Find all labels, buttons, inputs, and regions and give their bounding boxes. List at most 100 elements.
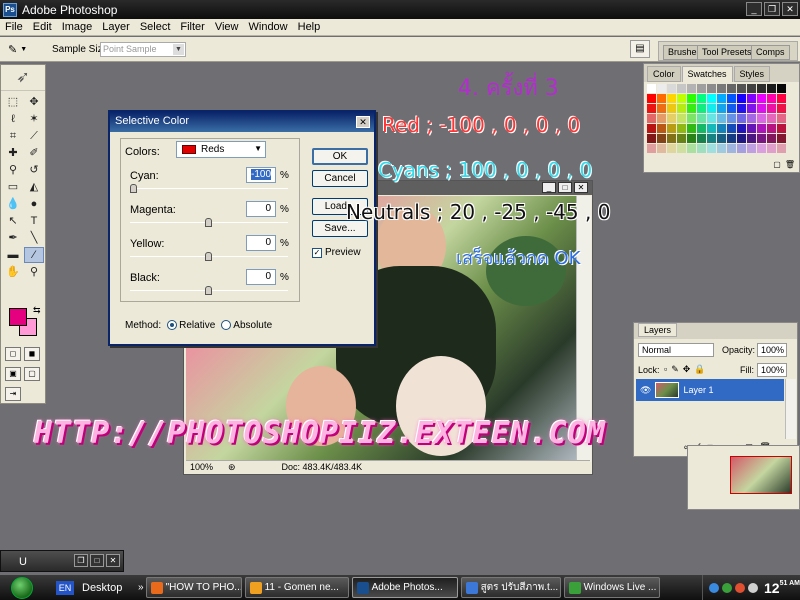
color-swatch[interactable] — [687, 84, 696, 93]
foreground-color-swatch[interactable] — [9, 308, 27, 326]
close-icon[interactable]: ✕ — [106, 554, 120, 567]
eye-icon[interactable]: 👁 — [640, 385, 651, 396]
color-swatch[interactable] — [667, 144, 676, 153]
color-swatch[interactable] — [707, 114, 716, 123]
lock-icons[interactable]: ▫✎✥🔒 — [664, 364, 709, 375]
color-swatch[interactable] — [737, 114, 746, 123]
color-swatch[interactable] — [737, 144, 746, 153]
preview-checkbox-row[interactable]: ✓ Preview — [312, 247, 361, 258]
color-swatch[interactable] — [647, 104, 656, 113]
color-swatch[interactable] — [657, 124, 666, 133]
hand-icon[interactable]: ✋ — [3, 264, 23, 280]
color-swatch[interactable] — [747, 134, 756, 143]
menu-edit[interactable]: Edit — [28, 21, 57, 33]
color-swatch[interactable] — [677, 84, 686, 93]
color-swatch[interactable] — [667, 104, 676, 113]
tab-layers[interactable]: Layers — [638, 323, 678, 337]
taskbar-button-howto[interactable]: "HOW TO PHO... — [145, 577, 242, 598]
color-swatch[interactable] — [707, 94, 716, 103]
move-icon[interactable]: ✥ — [24, 94, 44, 110]
brush-icon[interactable]: ✐ — [24, 145, 44, 161]
crop-icon[interactable]: ⌗ — [3, 128, 23, 144]
menu-select[interactable]: Select — [135, 21, 176, 33]
maximize-icon[interactable]: □ — [558, 182, 572, 193]
color-swatch[interactable] — [697, 84, 706, 93]
color-swatch[interactable] — [757, 144, 766, 153]
magenta-slider-thumb[interactable] — [205, 218, 212, 227]
color-swatch[interactable] — [717, 84, 726, 93]
color-swatch[interactable] — [677, 124, 686, 133]
close-icon[interactable]: ✕ — [356, 116, 370, 128]
menu-view[interactable]: View — [210, 21, 244, 33]
network-icon[interactable] — [709, 582, 719, 593]
desktop-toolbar-label[interactable]: Desktop — [82, 582, 138, 594]
file-browser-icon[interactable]: ▤ — [630, 40, 650, 58]
black-slider-thumb[interactable] — [205, 286, 212, 295]
standard-mode-icon[interactable]: ◻ — [5, 347, 21, 361]
menu-help[interactable]: Help — [293, 21, 326, 33]
color-swatch[interactable] — [657, 84, 666, 93]
magenta-input[interactable]: 0 — [246, 201, 276, 217]
color-swatch[interactable] — [727, 114, 736, 123]
color-swatch[interactable] — [737, 104, 746, 113]
chevron-right-icon[interactable]: » — [138, 582, 144, 593]
restore-button[interactable]: ❐ — [764, 2, 780, 16]
notes-icon[interactable]: ▬ — [3, 247, 23, 263]
color-swatch[interactable] — [777, 104, 786, 113]
color-swatch[interactable] — [647, 114, 656, 123]
color-swatch[interactable] — [647, 134, 656, 143]
color-swatch[interactable] — [757, 94, 766, 103]
color-swatch[interactable] — [717, 94, 726, 103]
tool-preset-picker[interactable]: ✎ ▼ — [8, 41, 38, 58]
ok-button[interactable]: OK — [312, 148, 368, 165]
marquee-icon[interactable]: ⬚ — [3, 94, 23, 110]
color-swatch[interactable] — [687, 134, 696, 143]
color-swatch[interactable] — [667, 114, 676, 123]
color-swatch[interactable] — [707, 84, 716, 93]
color-swatch[interactable] — [747, 84, 756, 93]
color-swatch[interactable] — [647, 84, 656, 93]
slice-icon[interactable]: ⟋ — [24, 128, 44, 144]
color-swatch[interactable] — [647, 144, 656, 153]
color-swatch[interactable] — [757, 104, 766, 113]
color-swatch[interactable] — [697, 114, 706, 123]
zoom-level[interactable]: 100% — [190, 462, 222, 472]
color-swatch[interactable] — [657, 114, 666, 123]
color-swatch[interactable] — [697, 144, 706, 153]
color-swatch[interactable] — [677, 134, 686, 143]
pen-icon[interactable]: ✒ — [3, 230, 23, 246]
color-swatch[interactable] — [727, 134, 736, 143]
color-swatch[interactable] — [707, 124, 716, 133]
color-swatch[interactable] — [667, 134, 676, 143]
color-swatch[interactable] — [697, 124, 706, 133]
swap-colors-icon[interactable]: ⇆ — [33, 305, 41, 316]
tab-styles[interactable]: Styles — [733, 66, 771, 82]
antivirus-icon[interactable] — [735, 582, 745, 593]
color-swatch[interactable] — [657, 104, 666, 113]
color-swatch[interactable] — [737, 84, 746, 93]
type-icon[interactable]: T — [24, 213, 44, 229]
color-swatch[interactable] — [767, 104, 776, 113]
color-swatch[interactable] — [767, 134, 776, 143]
color-swatch[interactable] — [777, 84, 786, 93]
status-menu-icon[interactable]: ⊛ — [228, 462, 236, 473]
eyedropper-icon[interactable]: ⁄ — [24, 247, 44, 263]
yellow-slider-thumb[interactable] — [205, 252, 212, 261]
swatch-grid[interactable] — [647, 84, 786, 153]
color-swatch[interactable] — [677, 114, 686, 123]
color-swatch[interactable] — [727, 104, 736, 113]
screen-mode-full-icon[interactable]: ▢ — [24, 367, 40, 381]
messenger-tray-icon[interactable] — [722, 582, 732, 593]
color-swatch[interactable] — [717, 114, 726, 123]
blur-icon[interactable]: 💧 — [3, 196, 23, 212]
color-swatch[interactable] — [767, 124, 776, 133]
line-icon[interactable]: ╲ — [24, 230, 44, 246]
tab-color[interactable]: Color — [647, 66, 681, 82]
color-swatch[interactable] — [737, 134, 746, 143]
color-swatch[interactable] — [777, 144, 786, 153]
color-swatch[interactable] — [717, 124, 726, 133]
color-swatch[interactable] — [727, 124, 736, 133]
cyan-slider-thumb[interactable] — [130, 184, 137, 193]
fill-input[interactable]: 100% — [757, 363, 787, 377]
color-swatch[interactable] — [677, 94, 686, 103]
